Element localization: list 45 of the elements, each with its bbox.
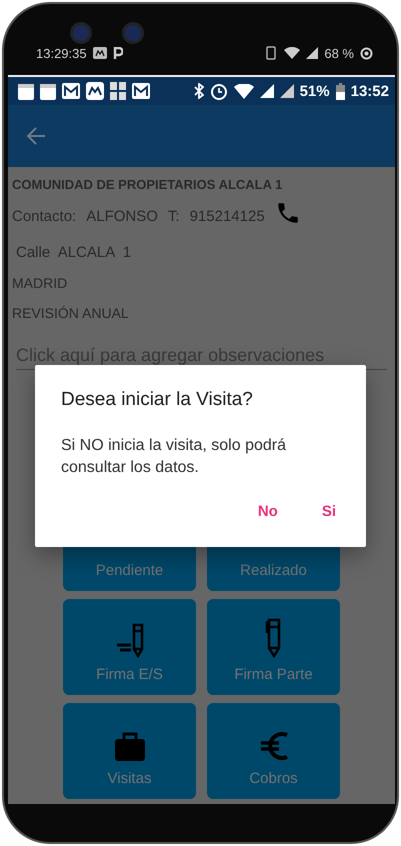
battery-percentage: 51% xyxy=(300,82,330,100)
phone-label: T: xyxy=(168,208,180,224)
grid-icon xyxy=(110,82,126,100)
community-name: COMUNIDAD DE PROPIETARIOS ALCALA 1 xyxy=(12,177,284,192)
pen-lines-icon xyxy=(114,622,144,658)
signal-icon xyxy=(306,47,318,59)
notification-icon xyxy=(92,47,107,59)
signal-icon xyxy=(260,84,274,98)
wifi-icon xyxy=(234,84,254,98)
calendar-icon xyxy=(40,82,56,100)
menu-tile[interactable]: Firma E/S xyxy=(63,599,196,695)
menu-tile[interactable]: Firma Parte xyxy=(207,599,340,695)
camera-lens xyxy=(70,22,92,44)
wifi-icon xyxy=(284,47,300,59)
status-clock: 13:52 xyxy=(350,82,389,100)
back-arrow-icon[interactable] xyxy=(26,127,46,145)
address: Calle ALCALA 1 xyxy=(16,244,132,261)
menu-tile[interactable]: Visitas xyxy=(63,703,196,799)
bluetooth-icon xyxy=(194,83,204,99)
notification-icon xyxy=(86,82,104,100)
signal-icon xyxy=(280,84,294,98)
sync-icon xyxy=(360,46,373,60)
device-battery-level: 68 % xyxy=(324,46,354,60)
city: MADRID xyxy=(12,275,68,291)
euro-icon xyxy=(258,730,288,762)
menu-tile[interactable]: Cobros xyxy=(207,703,340,799)
battery-icon xyxy=(336,82,345,100)
phone-number: 915214125 xyxy=(190,208,265,224)
yes-button[interactable]: Si xyxy=(310,497,348,526)
device-clock: 13:29:35 xyxy=(36,46,87,60)
service-type: REVISIÓN ANUAL xyxy=(12,305,130,321)
dialog-title: Desea iniciar la Visita? xyxy=(61,389,254,411)
mail-icon xyxy=(132,83,150,99)
mail-icon xyxy=(62,83,80,99)
dialog-message: Si NO inicia la visita, solo podrá consultar los datos. xyxy=(61,436,287,478)
parking-icon xyxy=(112,47,123,59)
alarm-icon xyxy=(210,82,228,100)
pen-icon xyxy=(264,618,282,658)
briefcase-icon xyxy=(114,730,146,762)
calendar-icon xyxy=(18,82,34,100)
contact-label: Contacto: xyxy=(12,208,76,224)
contact-name: ALFONSO xyxy=(86,208,158,224)
camera-lens xyxy=(122,22,144,44)
vibrate-icon xyxy=(264,46,278,60)
no-button[interactable]: No xyxy=(246,497,290,526)
